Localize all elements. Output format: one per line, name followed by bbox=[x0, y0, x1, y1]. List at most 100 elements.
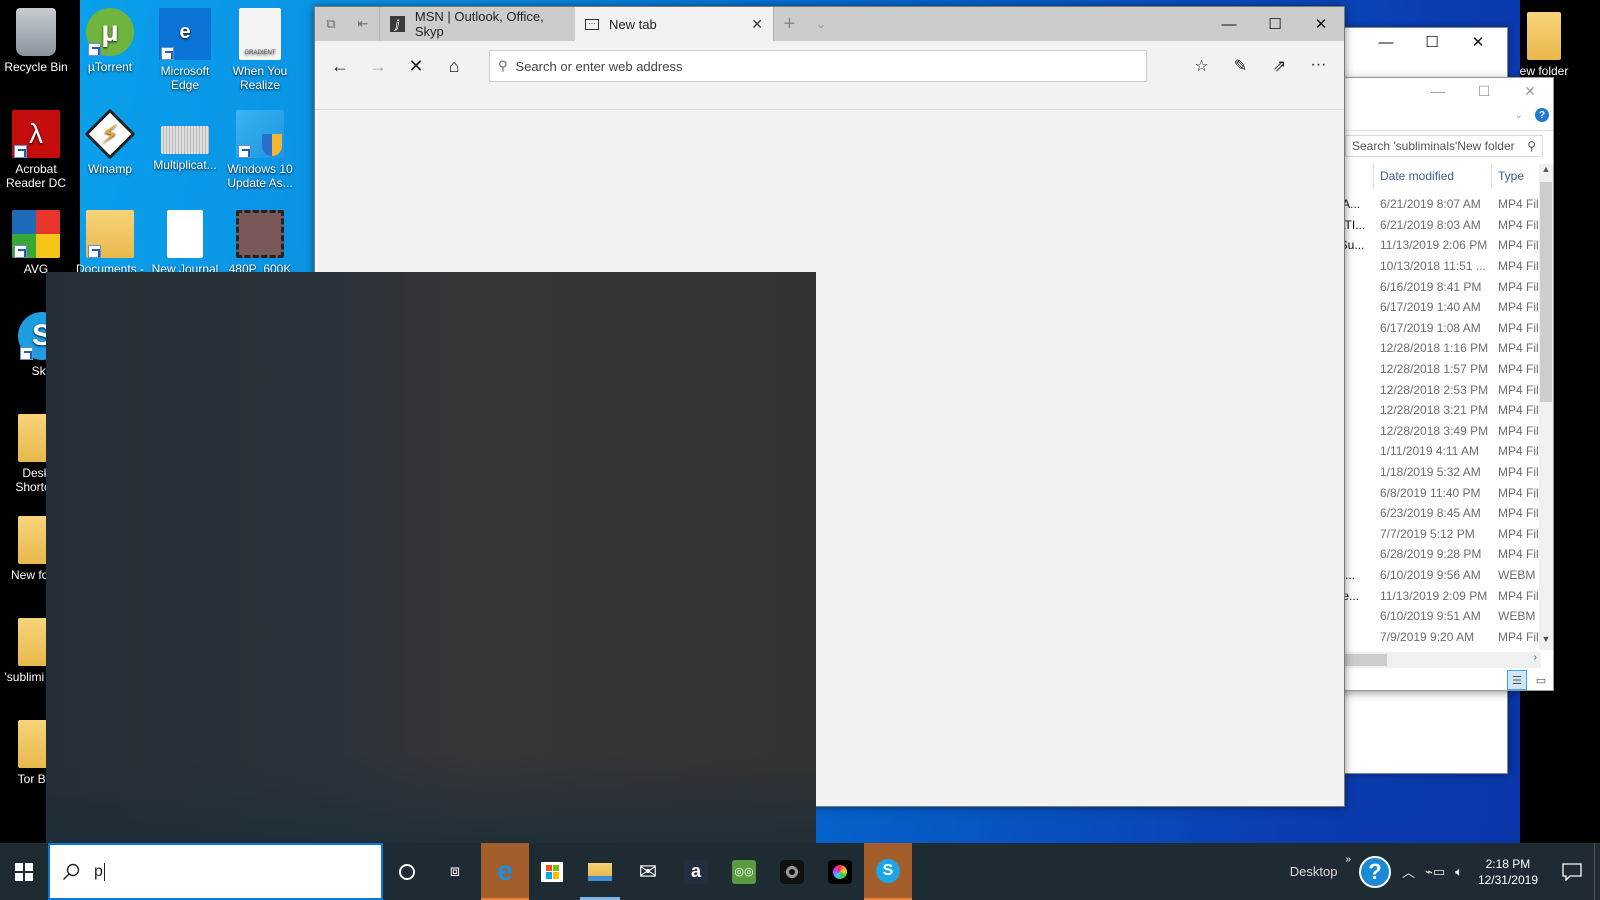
close-button[interactable]: ✕ bbox=[1455, 28, 1501, 56]
clock-date: 12/31/2019 bbox=[1477, 872, 1538, 887]
taskbar-task-view[interactable]: ⧈ bbox=[431, 843, 479, 900]
taskbar-skype[interactable]: S bbox=[864, 843, 912, 900]
taskbar-store[interactable] bbox=[528, 843, 576, 900]
file-row[interactable]: be∕ 5R...6/10/2019 9:56 AMWEBM I bbox=[1311, 565, 1541, 586]
show-desktop-button[interactable] bbox=[1594, 843, 1600, 900]
close-button[interactable]: ✕ bbox=[1507, 78, 1553, 104]
maximize-button[interactable]: ☐ bbox=[1409, 28, 1455, 56]
taskbar-search-input[interactable]: p bbox=[48, 843, 383, 900]
details-view-icon[interactable]: ☰ bbox=[1507, 670, 1527, 690]
horizontal-scrollbar[interactable]: › bbox=[1311, 652, 1541, 668]
desktop-toolbar[interactable]: Desktop bbox=[1290, 864, 1338, 879]
desktop-icon-when-you-realize[interactable]: GRADIENT When You Realize bbox=[222, 8, 298, 92]
taskbar-edge[interactable]: e bbox=[481, 843, 529, 900]
file-row[interactable]: 12/28/2018 1:16 PM MP4 Fil bbox=[1311, 338, 1541, 359]
set-tabs-aside-icon[interactable]: ⇤ bbox=[347, 7, 379, 41]
desktop-icon-winamp[interactable]: ⚡ Winamp bbox=[72, 108, 148, 176]
maximize-button[interactable]: ☐ bbox=[1252, 7, 1298, 41]
column-header-type[interactable]: Type bbox=[1491, 164, 1541, 188]
action-center-icon[interactable] bbox=[1550, 843, 1594, 900]
web-note-icon[interactable]: ✎ bbox=[1221, 56, 1260, 76]
taskbar-tripadvisor[interactable]: ◎◎ bbox=[720, 843, 768, 900]
toolbar-overflow-icon[interactable]: » bbox=[1345, 854, 1351, 865]
expand-ribbon-icon[interactable]: ⌄ bbox=[1515, 110, 1523, 121]
scroll-down-icon[interactable]: ▼ bbox=[1539, 634, 1553, 650]
taskbar-file-explorer[interactable] bbox=[576, 843, 624, 900]
file-row[interactable]: 6/16/2019 8:41 PM MP4 Fil bbox=[1311, 276, 1541, 297]
show-hidden-icons-icon[interactable]: ︿ bbox=[1402, 862, 1415, 881]
tab-new-tab[interactable]: New tab ✕ bbox=[575, 7, 773, 41]
volume-icon[interactable]: 🔈︎ bbox=[1455, 864, 1463, 880]
file-row[interactable]: 12/28/2018 2:53 PM MP4 Fil bbox=[1311, 379, 1541, 400]
home-button[interactable]: ⌂ bbox=[435, 47, 473, 85]
image-file-icon bbox=[161, 126, 209, 154]
taskbar-cortana[interactable] bbox=[383, 843, 431, 900]
file-row[interactable]: 12/28/2018 3:21 PM MP4 Fil bbox=[1311, 400, 1541, 421]
file-row[interactable]: 7/7/2019 5:12 PM MP4 Fil bbox=[1311, 524, 1541, 545]
address-bar[interactable]: ⚲ Search or enter web address bbox=[489, 50, 1147, 82]
forward-button[interactable]: → bbox=[359, 47, 397, 85]
minimize-button[interactable]: — bbox=[1363, 28, 1409, 56]
column-header-date-modified[interactable]: Date modified bbox=[1373, 164, 1491, 188]
file-row[interactable]: 1/18/2019 5:32 AM MP4 Fil bbox=[1311, 462, 1541, 483]
file-row[interactable]: holtz Su...11/13/2019 2:06 PMMP4 Fil bbox=[1311, 235, 1541, 256]
file-row[interactable]: Y BINA...6/21/2019 8:07 AMMP4 Fil bbox=[1311, 194, 1541, 215]
stop-loading-button[interactable]: ✕ bbox=[397, 47, 435, 85]
taskbar-amazon[interactable]: a bbox=[672, 843, 720, 900]
file-row[interactable]: 6/28/2019 9:28 PM MP4 Fil bbox=[1311, 544, 1541, 565]
help-icon[interactable]: ? bbox=[1535, 108, 1549, 122]
desktop-icon-recycle-bin[interactable]: Recycle Bin bbox=[0, 8, 74, 74]
desktop-icon-new-folder[interactable]: ew folder bbox=[1506, 12, 1582, 78]
back-button[interactable]: ← bbox=[321, 47, 359, 85]
desktop-icon-multiplication[interactable]: Multiplicat... bbox=[147, 110, 223, 172]
start-button[interactable] bbox=[0, 843, 48, 900]
vertical-scrollbar[interactable]: ▲ ▼ bbox=[1539, 164, 1553, 650]
file-row[interactable]: 6/10/2019 9:51 AM WEBM I bbox=[1311, 606, 1541, 627]
file-row[interactable]: 12/28/2018 3:49 PM MP4 Fil bbox=[1311, 421, 1541, 442]
desktop-icon-new-journal[interactable]: New Journal bbox=[147, 210, 223, 276]
close-button[interactable]: ✕ bbox=[1298, 7, 1344, 41]
file-row[interactable]: eta Fre...11/13/2019 2:09 PMMP4 Fil bbox=[1311, 585, 1541, 606]
explorer-search-input[interactable]: Search 'subliminals'New folder ⚲ bbox=[1345, 135, 1543, 157]
file-row[interactable]: 6/23/2019 8:45 AM MP4 Fil bbox=[1311, 503, 1541, 524]
desktop-icon-edge[interactable]: e Microsoft Edge bbox=[147, 8, 223, 92]
file-row[interactable]: 6/17/2019 1:40 AM MP4 Fil bbox=[1311, 297, 1541, 318]
file-row[interactable]: 7/9/2019 9:20 AM MP4 Fil bbox=[1311, 626, 1541, 647]
scroll-right-icon[interactable]: › bbox=[1534, 652, 1537, 663]
mail-icon: ✉ bbox=[638, 858, 658, 884]
close-tab-icon[interactable]: ✕ bbox=[751, 16, 763, 33]
large-icons-view-icon[interactable]: ▭ bbox=[1531, 670, 1551, 690]
scroll-thumb[interactable] bbox=[1540, 182, 1552, 402]
desktop-icon-avg[interactable]: AVG bbox=[0, 210, 74, 276]
desktop-icon-windows-update[interactable]: Windows 10 Update As... bbox=[222, 110, 298, 190]
clock[interactable]: 2:18 PM 12/31/2019 bbox=[1478, 856, 1538, 888]
desktop-icon-acrobat[interactable]: λ Acrobat Reader DC bbox=[0, 110, 74, 190]
taskbar-camera[interactable] bbox=[768, 843, 816, 900]
share-icon[interactable]: ⇗ bbox=[1260, 56, 1299, 76]
file-row[interactable]: EDITATI...6/21/2019 8:03 AMMP4 Fil bbox=[1311, 215, 1541, 236]
more-icon[interactable]: ··· bbox=[1299, 56, 1338, 76]
file-row[interactable]: 12/28/2018 1:57 PM MP4 Fil bbox=[1311, 359, 1541, 380]
scroll-up-icon[interactable]: ▲ bbox=[1539, 164, 1553, 180]
file-row[interactable]: 6/17/2019 1:08 AM MP4 Fil bbox=[1311, 318, 1541, 339]
explorer-window[interactable]: — ☐ ✕ ⌄ ? ↻ Search 'subliminals'New fold… bbox=[1310, 77, 1554, 691]
taskbar-mail[interactable]: ✉ bbox=[624, 843, 672, 900]
new-tab-button[interactable]: + bbox=[773, 7, 805, 41]
file-row[interactable]: 6/8/2019 11:40 PM MP4 Fil bbox=[1311, 482, 1541, 503]
desktop-icon-utorrent[interactable]: µ µTorrent bbox=[72, 8, 148, 74]
tabs-aside-icon[interactable]: ⧉ bbox=[315, 7, 347, 41]
favorites-icon[interactable]: ☆ bbox=[1182, 56, 1221, 76]
maximize-button[interactable]: ☐ bbox=[1461, 78, 1507, 104]
desktop-icon-480p-video[interactable]: 480P_600K bbox=[222, 210, 298, 276]
taskbar-color-camera[interactable] bbox=[816, 843, 864, 900]
minimize-button[interactable]: — bbox=[1206, 7, 1252, 41]
folder-icon bbox=[1527, 12, 1561, 60]
desktop-icon-documents[interactable]: Documents - bbox=[72, 210, 148, 276]
tab-preview-chevron-icon[interactable]: ⌄ bbox=[805, 7, 837, 41]
minimize-button[interactable]: — bbox=[1415, 78, 1461, 104]
power-icon[interactable]: ⌁▭ bbox=[1425, 864, 1445, 880]
tab-msn[interactable]: ⅉ MSN | Outlook, Office, Skyp bbox=[379, 7, 575, 41]
file-row[interactable]: 10/13/2018 11:51 ... MP4 Fil bbox=[1311, 256, 1541, 277]
help-icon[interactable]: ? bbox=[1359, 855, 1391, 888]
file-row[interactable]: 1/11/2019 4:11 AM MP4 Fil bbox=[1311, 441, 1541, 462]
